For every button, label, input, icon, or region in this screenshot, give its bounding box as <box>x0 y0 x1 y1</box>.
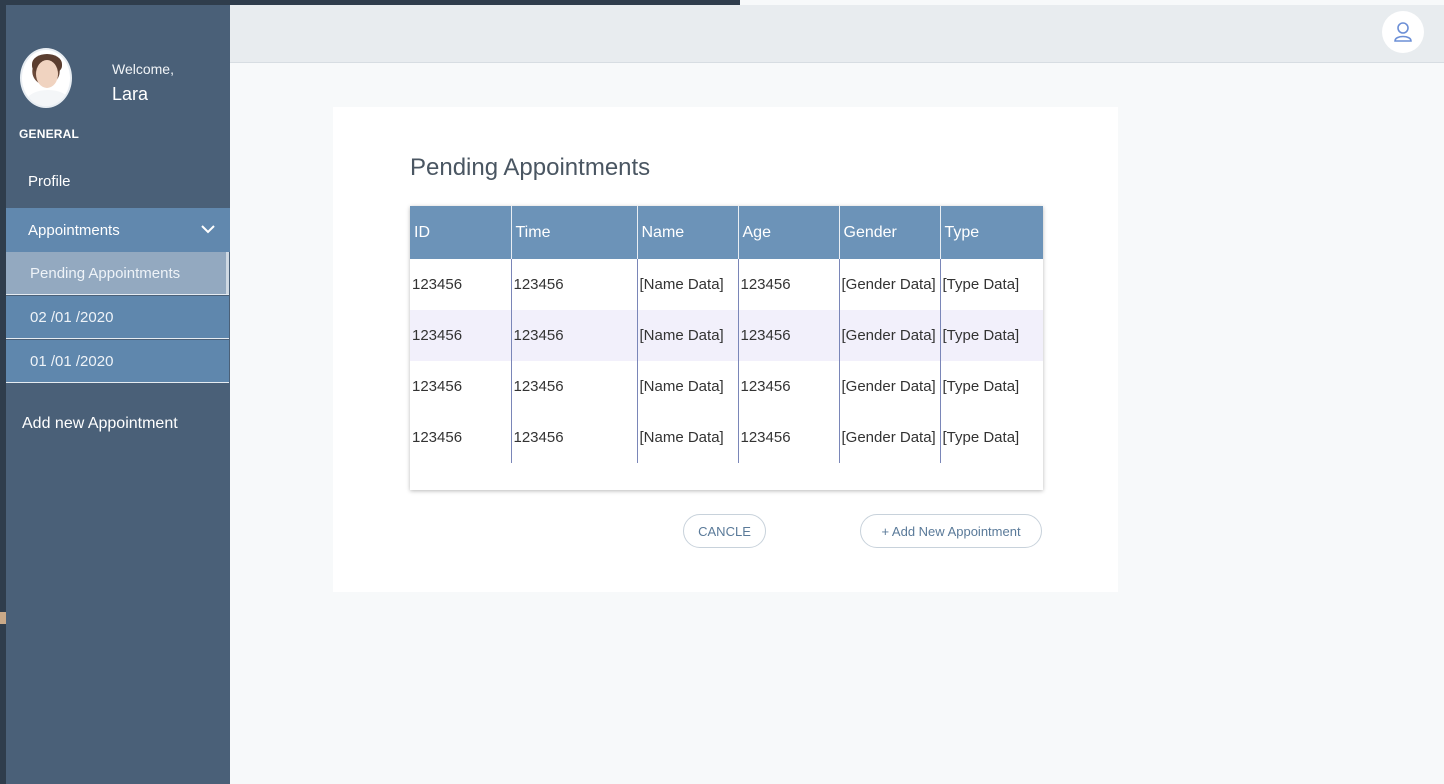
table-header-row: ID Time Name Age Gender Type <box>410 206 1043 259</box>
cell-type: [Type Data] <box>942 378 1020 395</box>
avatar-face <box>36 60 58 88</box>
cell-type: [Type Data] <box>942 276 1020 293</box>
sidebar-subitem-pending[interactable]: Pending Appointments <box>6 252 229 295</box>
cell-type: [Type Data] <box>942 429 1020 446</box>
sidebar-subitem-label: 02 /01 /2020 <box>30 309 114 326</box>
chevron-down-icon[interactable] <box>200 221 216 237</box>
table-row[interactable]: 123456 123456 [Name Data] 123456 [Gender… <box>410 412 1043 463</box>
table-row[interactable]: 123456 123456 [Name Data] 123456 [Gender… <box>410 361 1043 412</box>
cell-time: 123456 <box>511 412 638 463</box>
sidebar-subitem-date[interactable]: 01 /01 /2020 <box>6 340 229 383</box>
cell-time: 123456 <box>511 259 638 310</box>
column-header-type[interactable]: Type <box>940 206 1043 259</box>
user-name: Lara <box>112 84 149 104</box>
user-account-button[interactable] <box>1382 11 1424 53</box>
cell-age: 123456 <box>738 310 840 361</box>
table-row[interactable]: 123456 123456 [Name Data] 123456 [Gender… <box>410 259 1043 310</box>
appointments-table-container: ID Time Name Age Gender Type 123456 1234… <box>410 206 1043 490</box>
cell-age: 123456 <box>738 259 840 310</box>
page-title: Pending Appointments <box>410 154 651 181</box>
sidebar-subitem-label: Pending Appointments <box>30 265 181 282</box>
cancel-button[interactable]: CANCLE <box>683 514 766 548</box>
cell-gender: [Gender Data] <box>839 259 941 310</box>
cell-name: [Name Data] <box>637 412 739 463</box>
cell-id: 123456 <box>410 310 512 361</box>
cell-age: 123456 <box>738 412 840 463</box>
column-header-id[interactable]: ID <box>410 206 512 259</box>
column-header-time[interactable]: Time <box>511 206 638 259</box>
cell-time: 123456 <box>511 361 638 412</box>
sidebar-subitem-date[interactable]: 02 /01 /2020 <box>6 296 229 339</box>
cell-id: 123456 <box>410 259 512 310</box>
avatar-coat <box>26 90 70 106</box>
cell-type: [Type Data] <box>940 310 1043 361</box>
cell-id: 123456 <box>410 412 512 463</box>
column-header-age[interactable]: Age <box>738 206 840 259</box>
cell-time: 123456 <box>511 310 638 361</box>
column-header-gender[interactable]: Gender <box>839 206 941 259</box>
column-header-name[interactable]: Name <box>637 206 739 259</box>
cell-gender: [Gender Data] <box>839 361 941 412</box>
cell-name: [Name Data] <box>637 259 739 310</box>
sidebar-subitem-label: 01 /01 /2020 <box>30 353 114 370</box>
sidebar: Welcome, Lara GENERAL Profile Appointmen… <box>6 5 230 784</box>
cell-gender: [Gender Data] <box>839 412 941 463</box>
user-icon <box>1394 22 1412 42</box>
appointments-table: ID Time Name Age Gender Type 123456 1234… <box>410 206 1043 463</box>
section-label-general: GENERAL <box>19 127 80 141</box>
cell-age: 123456 <box>738 361 840 412</box>
pending-appointments-card: Pending Appointments ID Time Name Age Ge… <box>333 107 1118 592</box>
sidebar-item-label: Appointments <box>28 222 120 239</box>
top-bar <box>230 5 1444 63</box>
cell-gender: [Gender Data] <box>839 310 941 361</box>
sidebar-item-profile[interactable]: Profile <box>28 173 71 190</box>
table-row[interactable]: 123456 123456 [Name Data] 123456 [Gender… <box>410 310 1043 361</box>
cell-name: [Name Data] <box>637 310 739 361</box>
cell-id: 123456 <box>410 361 512 412</box>
cell-name: [Name Data] <box>637 361 739 412</box>
sidebar-item-add-appointment[interactable]: Add new Appointment <box>22 415 178 433</box>
welcome-text: Welcome, <box>112 61 174 77</box>
add-new-appointment-button[interactable]: + Add New Appointment <box>860 514 1042 548</box>
sidebar-item-appointments[interactable]: Appointments <box>6 208 230 252</box>
avatar[interactable] <box>20 48 72 108</box>
